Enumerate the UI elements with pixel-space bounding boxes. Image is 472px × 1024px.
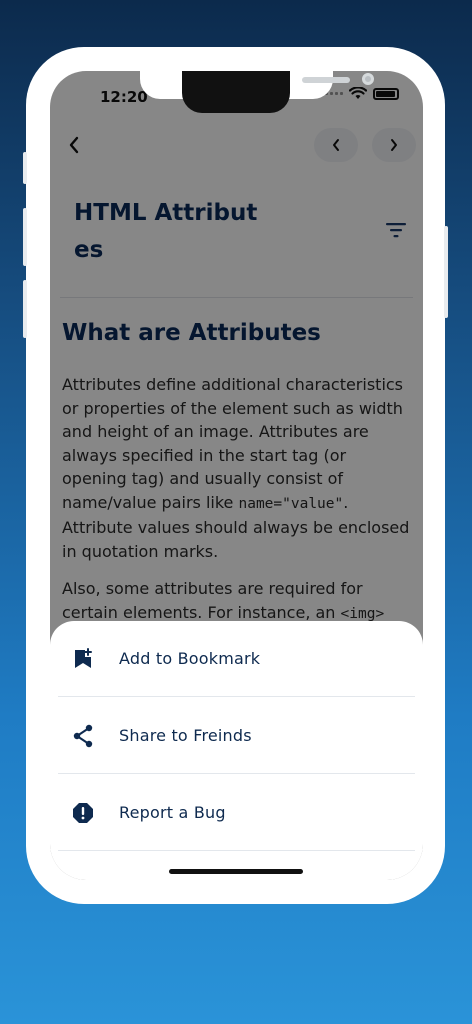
- speaker: [302, 77, 350, 83]
- sheet-item-label: Add to Bookmark: [119, 649, 261, 668]
- dynamic-island: [182, 71, 290, 113]
- mute-switch: [23, 152, 27, 184]
- volume-down-button: [23, 280, 27, 338]
- sheet-item-label: Report a Bug: [119, 803, 226, 822]
- front-camera: [362, 73, 374, 85]
- report-icon: [73, 802, 93, 823]
- power-button: [444, 226, 448, 318]
- sheet-item-share[interactable]: Share to Freinds: [58, 698, 415, 774]
- sheet-item-label: Share to Freinds: [119, 726, 252, 745]
- share-icon: [73, 724, 93, 747]
- home-indicator: [169, 869, 303, 874]
- sheet-item-report-bug[interactable]: Report a Bug: [58, 775, 415, 851]
- action-sheet: Add to Bookmark Share to Freinds Report …: [50, 621, 423, 880]
- bookmark-add-icon: [75, 647, 92, 668]
- volume-up-button: [23, 208, 27, 266]
- screen: 12:20 HTML Attribut es What are Attribut…: [50, 71, 423, 880]
- sheet-item-bookmark[interactable]: Add to Bookmark: [58, 621, 415, 697]
